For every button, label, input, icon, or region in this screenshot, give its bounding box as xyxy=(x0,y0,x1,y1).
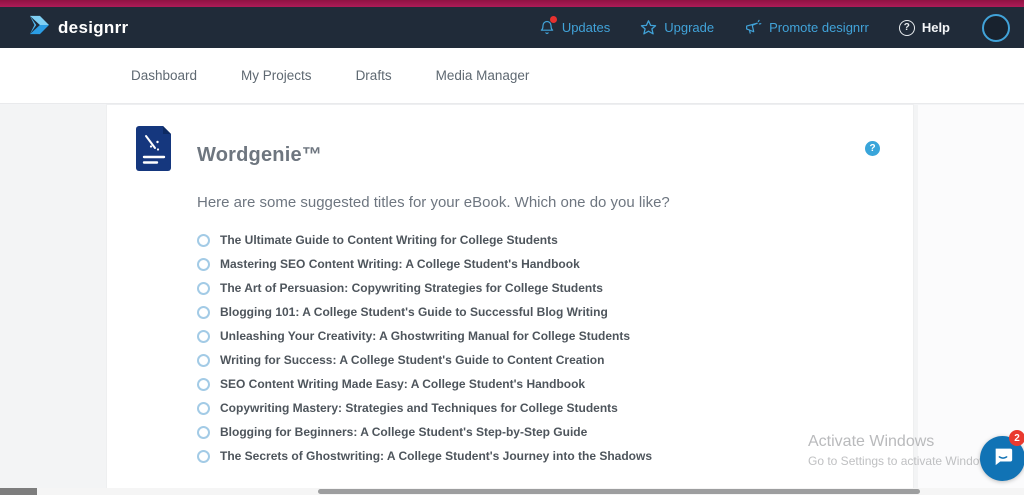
title-option-5[interactable]: Unleashing Your Creativity: A Ghostwriti… xyxy=(197,324,652,348)
bell-icon xyxy=(539,19,555,36)
title-option-7[interactable]: SEO Content Writing Made Easy: A College… xyxy=(197,372,652,396)
horizontal-scrollbar[interactable] xyxy=(0,488,1024,495)
notification-dot xyxy=(550,16,557,23)
title-option-6[interactable]: Writing for Success: A College Student's… xyxy=(197,348,652,372)
option-label: The Ultimate Guide to Content Writing fo… xyxy=(220,233,558,247)
card-help-icon[interactable]: ? xyxy=(865,141,880,156)
radio-button[interactable] xyxy=(197,258,210,271)
scrollbar-thumb[interactable] xyxy=(318,489,920,494)
chat-unread-badge: 2 xyxy=(1009,430,1024,446)
radio-button[interactable] xyxy=(197,402,210,415)
wordgenie-document-icon xyxy=(135,124,173,177)
option-label: The Art of Persuasion: Copywriting Strat… xyxy=(220,281,603,295)
radio-button[interactable] xyxy=(197,330,210,343)
option-label: Copywriting Mastery: Strategies and Tech… xyxy=(220,401,618,415)
promote-label: Promote designrr xyxy=(769,20,869,35)
help-circle-icon: ? xyxy=(899,20,915,36)
title-option-9[interactable]: Blogging for Beginners: A College Studen… xyxy=(197,420,652,444)
scrollbar-corner xyxy=(0,488,37,495)
option-label: Mastering SEO Content Writing: A College… xyxy=(220,257,580,271)
radio-button[interactable] xyxy=(197,354,210,367)
option-label: Writing for Success: A College Student's… xyxy=(220,353,604,367)
updates-link[interactable]: Updates xyxy=(539,19,610,36)
logo-arrow-icon xyxy=(28,15,50,40)
updates-label: Updates xyxy=(562,20,610,35)
title-option-1[interactable]: The Ultimate Guide to Content Writing fo… xyxy=(197,228,652,252)
option-label: SEO Content Writing Made Easy: A College… xyxy=(220,377,585,391)
title-option-2[interactable]: Mastering SEO Content Writing: A College… xyxy=(197,252,652,276)
top-accent-bar xyxy=(0,0,1024,7)
option-label: The Secrets of Ghostwriting: A College S… xyxy=(220,449,652,463)
tab-media-manager[interactable]: Media Manager xyxy=(436,68,530,83)
option-label: Unleashing Your Creativity: A Ghostwriti… xyxy=(220,329,630,343)
main-navigation: Dashboard My Projects Drafts Media Manag… xyxy=(0,48,1024,104)
upgrade-link[interactable]: Upgrade xyxy=(640,19,714,36)
user-avatar[interactable] xyxy=(982,14,1010,42)
tab-my-projects[interactable]: My Projects xyxy=(241,68,312,83)
radio-button[interactable] xyxy=(197,450,210,463)
app-header: designrr Updates Upgrade xyxy=(0,7,1024,48)
promote-link[interactable]: Promote designrr xyxy=(744,19,869,36)
header-actions: Updates Upgrade Promote designrr xyxy=(539,14,1010,42)
title-option-8[interactable]: Copywriting Mastery: Strategies and Tech… xyxy=(197,396,652,420)
option-label: Blogging for Beginners: A College Studen… xyxy=(220,425,587,439)
tab-drafts[interactable]: Drafts xyxy=(356,68,392,83)
radio-button[interactable] xyxy=(197,426,210,439)
help-label: Help xyxy=(922,20,950,35)
designrr-logo[interactable]: designrr xyxy=(28,15,128,40)
tab-dashboard[interactable]: Dashboard xyxy=(131,68,197,83)
upgrade-label: Upgrade xyxy=(664,20,714,35)
option-label: Blogging 101: A College Student's Guide … xyxy=(220,305,608,319)
radio-button[interactable] xyxy=(197,378,210,391)
suggestions-prompt: Here are some suggested titles for your … xyxy=(197,194,670,211)
title-option-3[interactable]: The Art of Persuasion: Copywriting Strat… xyxy=(197,276,652,300)
help-link[interactable]: ? Help xyxy=(899,20,950,36)
right-background-strip xyxy=(918,105,1024,488)
page-title: Wordgenie™ xyxy=(197,144,322,167)
title-option-4[interactable]: Blogging 101: A College Student's Guide … xyxy=(197,300,652,324)
chat-bubble-icon xyxy=(992,445,1014,472)
title-option-10[interactable]: The Secrets of Ghostwriting: A College S… xyxy=(197,444,652,468)
megaphone-icon xyxy=(744,19,762,36)
logo-wordmark: designrr xyxy=(58,18,128,38)
star-icon xyxy=(640,19,657,36)
radio-button[interactable] xyxy=(197,234,210,247)
wordgenie-card: Wordgenie™ ? Here are some suggested tit… xyxy=(107,105,913,488)
radio-button[interactable] xyxy=(197,306,210,319)
radio-button[interactable] xyxy=(197,282,210,295)
title-options-list: The Ultimate Guide to Content Writing fo… xyxy=(197,228,652,468)
